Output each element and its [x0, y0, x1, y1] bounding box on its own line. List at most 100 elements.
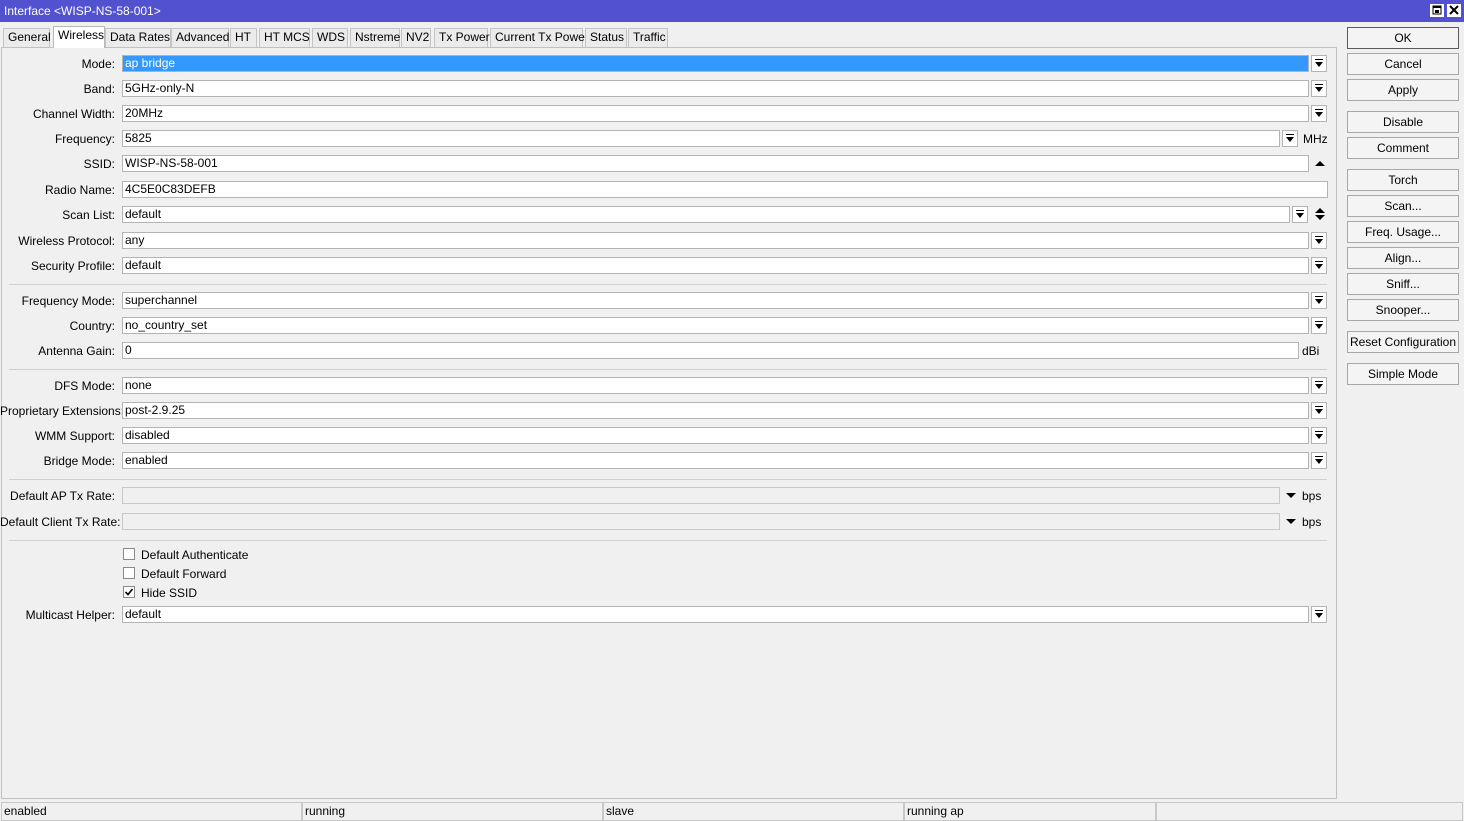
- frequency-mode-label: Frequency Mode:: [21, 294, 115, 308]
- tab-traffic[interactable]: Traffic: [628, 28, 668, 47]
- simple-mode-button[interactable]: Simple Mode: [1347, 363, 1459, 385]
- default-forward-checkbox[interactable]: [123, 567, 135, 579]
- default-authenticate-checkbox[interactable]: [123, 548, 135, 560]
- proprietary-extensions-dropdown-icon[interactable]: [1311, 402, 1327, 419]
- multicast-helper-select[interactable]: default: [122, 606, 1309, 623]
- restore-window-icon[interactable]: [1430, 4, 1444, 17]
- multicast-helper-dropdown-icon[interactable]: [1311, 606, 1327, 623]
- tab-wireless[interactable]: Wireless: [53, 26, 105, 48]
- scan-list-dropdown-icon[interactable]: [1292, 206, 1308, 223]
- frequency-unit: MHz: [1303, 132, 1328, 146]
- country-select[interactable]: no_country_set: [122, 317, 1309, 334]
- default-forward-label: Default Forward: [141, 567, 227, 581]
- tab-nv2[interactable]: NV2: [401, 28, 431, 47]
- separator: [9, 479, 1327, 480]
- window-title: Interface <WISP-NS-58-001>: [4, 4, 161, 18]
- mode-select[interactable]: ap bridge: [122, 55, 1309, 72]
- wireless-protocol-select[interactable]: any: [122, 232, 1309, 249]
- frequency-select[interactable]: 5825: [122, 130, 1280, 147]
- default-ap-tx-rate-unit: bps: [1302, 489, 1322, 503]
- wmm-support-select[interactable]: disabled: [122, 427, 1309, 444]
- status-enabled: enabled: [1, 802, 302, 821]
- ssid-input[interactable]: WISP-NS-58-001: [122, 155, 1309, 172]
- proprietary-extensions-label: Proprietary Extensions:: [0, 404, 125, 418]
- security-profile-select[interactable]: default: [122, 257, 1309, 274]
- status-slave: slave: [603, 802, 904, 821]
- antenna-gain-input[interactable]: 0: [122, 342, 1299, 359]
- default-client-tx-rate-label: Default Client Tx Rate:: [0, 515, 121, 529]
- tab-tx-power[interactable]: Tx Power: [434, 28, 490, 47]
- antenna-gain-label: Antenna Gain:: [38, 344, 115, 358]
- separator: [9, 540, 1327, 541]
- ok-button[interactable]: OK: [1347, 27, 1459, 49]
- default-authenticate-label: Default Authenticate: [141, 548, 249, 562]
- scan-list-label: Scan List:: [62, 208, 115, 222]
- security-profile-dropdown-icon[interactable]: [1311, 257, 1327, 274]
- band-select[interactable]: 5GHz-only-N: [122, 80, 1309, 97]
- default-client-tx-rate-input[interactable]: [122, 513, 1280, 530]
- tab-wds[interactable]: WDS: [312, 28, 348, 47]
- band-label: Band:: [83, 82, 115, 96]
- band-dropdown-icon[interactable]: [1311, 80, 1327, 97]
- separator: [9, 369, 1327, 370]
- apply-button[interactable]: Apply: [1347, 79, 1459, 101]
- scan-list-add-remove-icon[interactable]: [1313, 207, 1327, 221]
- radio-name-input[interactable]: 4C5E0C83DEFB: [122, 181, 1328, 198]
- country-dropdown-icon[interactable]: [1311, 317, 1327, 334]
- collapse-up-icon[interactable]: [1313, 157, 1327, 171]
- freq-usage-button[interactable]: Freq. Usage...: [1347, 221, 1459, 243]
- frequency-mode-dropdown-icon[interactable]: [1311, 292, 1327, 309]
- frequency-dropdown-icon[interactable]: [1282, 130, 1298, 147]
- hide-ssid-label: Hide SSID: [141, 586, 198, 600]
- bridge-mode-dropdown-icon[interactable]: [1311, 452, 1327, 469]
- channel-width-select[interactable]: 20MHz: [122, 105, 1309, 122]
- country-label: Country:: [69, 319, 115, 333]
- bridge-mode-select[interactable]: enabled: [122, 452, 1309, 469]
- wireless-protocol-label: Wireless Protocol:: [18, 234, 115, 248]
- align-button[interactable]: Align...: [1347, 247, 1459, 269]
- disable-button[interactable]: Disable: [1347, 111, 1459, 133]
- mode-value: ap bridge: [123, 56, 1308, 71]
- wmm-support-label: WMM Support:: [34, 429, 115, 443]
- close-window-icon[interactable]: [1447, 4, 1461, 17]
- window-titlebar: Interface <WISP-NS-58-001>: [0, 0, 1464, 22]
- multicast-helper-label: Multicast Helper:: [25, 608, 115, 622]
- tab-nstreme[interactable]: Nstreme: [350, 28, 400, 47]
- status-running: running: [302, 802, 603, 821]
- channel-width-dropdown-icon[interactable]: [1311, 105, 1327, 122]
- default-ap-tx-rate-input[interactable]: [122, 487, 1280, 504]
- checkmark-icon: [124, 588, 134, 596]
- default-ap-tx-rate-expand-icon[interactable]: [1284, 489, 1298, 503]
- mode-dropdown-icon[interactable]: [1311, 55, 1327, 72]
- tab-status[interactable]: Status: [585, 28, 627, 47]
- wireless-protocol-dropdown-icon[interactable]: [1311, 232, 1327, 249]
- proprietary-extensions-select[interactable]: post-2.9.25: [122, 402, 1309, 419]
- frequency-mode-select[interactable]: superchannel: [122, 292, 1309, 309]
- tab-current-tx-power[interactable]: Current Tx Power: [490, 28, 589, 47]
- tab-ht-mcs[interactable]: HT MCS: [259, 28, 310, 47]
- tab-general[interactable]: General: [3, 28, 51, 47]
- comment-button[interactable]: Comment: [1347, 137, 1459, 159]
- separator: [9, 284, 1327, 285]
- sniff-button[interactable]: Sniff...: [1347, 273, 1459, 295]
- dfs-mode-dropdown-icon[interactable]: [1311, 377, 1327, 394]
- cancel-button[interactable]: Cancel: [1347, 53, 1459, 75]
- antenna-gain-unit: dBi: [1302, 344, 1320, 358]
- scan-list-input[interactable]: default: [122, 206, 1290, 223]
- mode-label: Mode:: [81, 57, 115, 71]
- tab-data-rates[interactable]: Data Rates: [105, 28, 171, 47]
- torch-button[interactable]: Torch: [1347, 169, 1459, 191]
- tab-advanced[interactable]: Advanced: [171, 28, 229, 47]
- default-client-tx-rate-expand-icon[interactable]: [1284, 515, 1298, 529]
- tab-ht[interactable]: HT: [230, 28, 257, 47]
- dfs-mode-label: DFS Mode:: [54, 379, 115, 393]
- ssid-label: SSID:: [83, 157, 115, 171]
- reset-configuration-button[interactable]: Reset Configuration: [1347, 331, 1459, 353]
- default-client-tx-rate-unit: bps: [1302, 515, 1322, 529]
- wmm-support-dropdown-icon[interactable]: [1311, 427, 1327, 444]
- dfs-mode-select[interactable]: none: [122, 377, 1309, 394]
- snooper-button[interactable]: Snooper...: [1347, 299, 1459, 321]
- default-ap-tx-rate-label: Default AP Tx Rate:: [10, 489, 115, 503]
- hide-ssid-checkbox[interactable]: [123, 586, 135, 598]
- scan-button[interactable]: Scan...: [1347, 195, 1459, 217]
